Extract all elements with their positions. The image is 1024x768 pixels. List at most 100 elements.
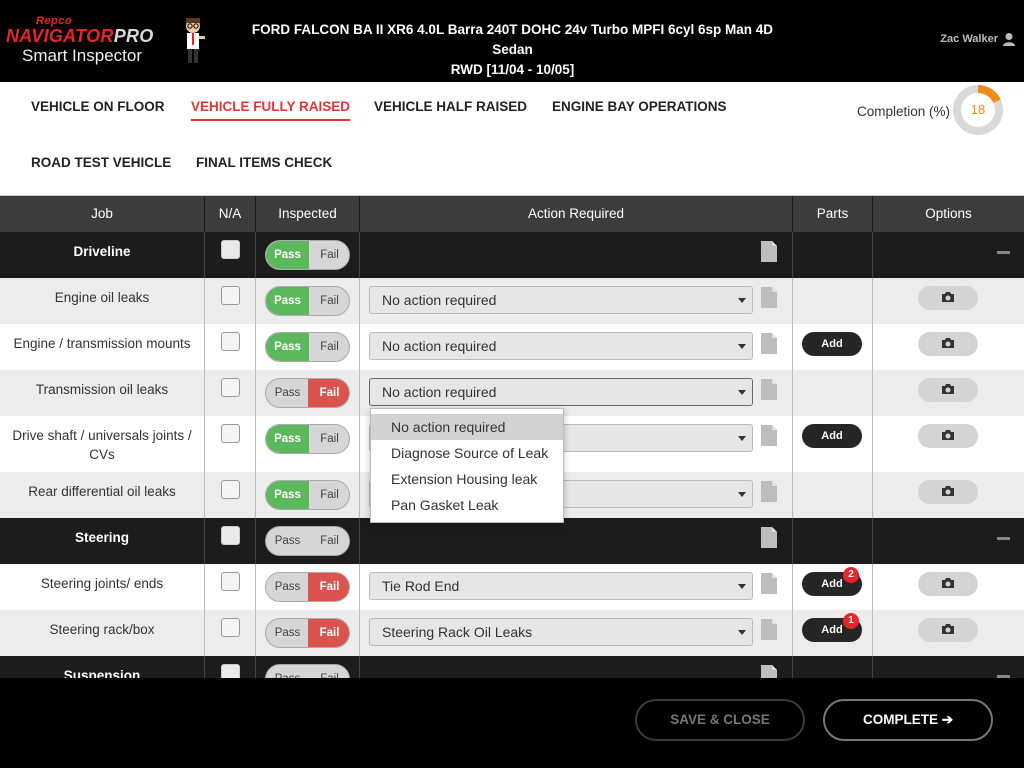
collapse-icon[interactable] bbox=[997, 537, 1010, 540]
action-required-select[interactable]: No action required bbox=[369, 378, 753, 406]
pass-option[interactable]: Pass bbox=[266, 425, 309, 453]
note-document-icon[interactable] bbox=[760, 240, 778, 263]
pass-option[interactable]: Pass bbox=[266, 287, 309, 315]
fail-option[interactable]: Fail bbox=[308, 527, 349, 555]
action-required-dropdown[interactable]: No action required Diagnose Source of Le… bbox=[370, 408, 564, 523]
note-document-icon[interactable] bbox=[760, 378, 778, 401]
pass-option[interactable]: Pass bbox=[266, 665, 309, 678]
inspected-cell: PassFail bbox=[256, 610, 360, 656]
camera-button[interactable] bbox=[918, 332, 978, 356]
pass-fail-toggle[interactable]: PassFail bbox=[265, 240, 350, 270]
action-cell bbox=[360, 232, 793, 278]
fail-option[interactable]: Fail bbox=[308, 425, 349, 453]
na-checkbox[interactable] bbox=[221, 618, 240, 637]
note-document-icon[interactable] bbox=[760, 572, 778, 595]
pass-option[interactable]: Pass bbox=[266, 379, 309, 407]
note-document-icon[interactable] bbox=[760, 618, 778, 641]
camera-button[interactable] bbox=[918, 286, 978, 310]
fail-option[interactable]: Fail bbox=[308, 573, 349, 601]
na-checkbox[interactable] bbox=[221, 526, 240, 545]
fail-option[interactable]: Fail bbox=[308, 665, 349, 678]
pass-option[interactable]: Pass bbox=[266, 573, 309, 601]
action-required-value: Tie Rod End bbox=[382, 578, 460, 594]
pass-option[interactable]: Pass bbox=[266, 241, 309, 269]
pass-option[interactable]: Pass bbox=[266, 481, 309, 509]
parts-cell bbox=[793, 278, 873, 324]
tab-final-items-check[interactable]: FINAL ITEMS CHECK bbox=[196, 155, 332, 170]
camera-button[interactable] bbox=[918, 572, 978, 596]
options-cell bbox=[873, 610, 1024, 656]
action-required-value: No action required bbox=[382, 384, 497, 400]
inspected-cell: PassFail bbox=[256, 656, 360, 678]
dropdown-option-no-action[interactable]: No action required bbox=[371, 414, 563, 440]
camera-button[interactable] bbox=[918, 378, 978, 402]
tab-engine-bay-operations[interactable]: ENGINE BAY OPERATIONS bbox=[552, 99, 727, 114]
add-parts-button[interactable]: Add bbox=[802, 332, 862, 356]
dropdown-option-pan-gasket[interactable]: Pan Gasket Leak bbox=[371, 492, 563, 518]
options-cell bbox=[873, 278, 1024, 324]
table-header: Job N/A Inspected Action Required Parts … bbox=[0, 196, 1024, 232]
pass-option[interactable]: Pass bbox=[266, 333, 309, 361]
na-checkbox[interactable] bbox=[221, 378, 240, 397]
user-menu[interactable]: Zac Walker bbox=[940, 32, 1016, 46]
add-parts-button[interactable]: Add bbox=[802, 424, 862, 448]
camera-button[interactable] bbox=[918, 424, 978, 448]
section-title: Suspension bbox=[0, 656, 205, 678]
na-checkbox[interactable] bbox=[221, 480, 240, 499]
na-cell bbox=[205, 416, 256, 472]
fail-option[interactable]: Fail bbox=[308, 379, 349, 407]
dropdown-option-extension-housing[interactable]: Extension Housing leak bbox=[371, 466, 563, 492]
note-document-icon[interactable] bbox=[760, 332, 778, 355]
job-name: Engine oil leaks bbox=[0, 278, 205, 324]
completion-label: Completion (%) bbox=[857, 104, 951, 119]
fail-option[interactable]: Fail bbox=[308, 287, 349, 315]
action-required-select[interactable]: No action required bbox=[369, 332, 753, 360]
user-name: Zac Walker bbox=[940, 33, 998, 45]
vehicle-line-1: FORD FALCON BA II XR6 4.0L Barra 240T DO… bbox=[251, 22, 774, 57]
collapse-icon[interactable] bbox=[997, 251, 1010, 254]
header-inspected: Inspected bbox=[256, 196, 360, 232]
note-document-icon[interactable] bbox=[760, 526, 778, 549]
pass-option[interactable]: Pass bbox=[266, 527, 309, 555]
na-checkbox[interactable] bbox=[221, 664, 240, 678]
pass-option[interactable]: Pass bbox=[266, 619, 309, 647]
fail-option[interactable]: Fail bbox=[308, 241, 349, 269]
tab-vehicle-on-floor[interactable]: VEHICLE ON FLOOR bbox=[31, 99, 165, 114]
na-checkbox[interactable] bbox=[221, 286, 240, 305]
tab-vehicle-half-raised[interactable]: VEHICLE HALF RAISED bbox=[374, 99, 527, 114]
tab-vehicle-fully-raised[interactable]: VEHICLE FULLY RAISED bbox=[191, 99, 351, 121]
na-checkbox[interactable] bbox=[221, 332, 240, 351]
na-checkbox[interactable] bbox=[221, 572, 240, 591]
note-document-icon[interactable] bbox=[760, 480, 778, 503]
camera-button[interactable] bbox=[918, 480, 978, 504]
pass-fail-toggle[interactable]: PassFail bbox=[265, 618, 350, 648]
chevron-down-icon bbox=[738, 584, 746, 589]
action-required-select[interactable]: Steering Rack Oil Leaks bbox=[369, 618, 753, 646]
fail-option[interactable]: Fail bbox=[308, 619, 349, 647]
pass-fail-toggle[interactable]: PassFail bbox=[265, 424, 350, 454]
action-required-select[interactable]: Tie Rod End bbox=[369, 572, 753, 600]
save-close-button[interactable]: SAVE & CLOSE bbox=[635, 699, 805, 741]
note-document-icon[interactable] bbox=[760, 664, 778, 678]
pass-fail-toggle[interactable]: PassFail bbox=[265, 526, 350, 556]
tab-road-test-vehicle[interactable]: ROAD TEST VEHICLE bbox=[31, 155, 171, 170]
chevron-down-icon bbox=[738, 344, 746, 349]
complete-button[interactable]: COMPLETE ➔ bbox=[823, 699, 993, 741]
pass-fail-toggle[interactable]: PassFail bbox=[265, 664, 350, 678]
parts-cell bbox=[793, 656, 873, 678]
pass-fail-toggle[interactable]: PassFail bbox=[265, 572, 350, 602]
note-document-icon[interactable] bbox=[760, 286, 778, 309]
fail-option[interactable]: Fail bbox=[308, 333, 349, 361]
pass-fail-toggle[interactable]: PassFail bbox=[265, 378, 350, 408]
navigator-logo-text: NAVIGATORPRO bbox=[6, 26, 154, 47]
na-checkbox[interactable] bbox=[221, 240, 240, 259]
action-required-select[interactable]: No action required bbox=[369, 286, 753, 314]
pass-fail-toggle[interactable]: PassFail bbox=[265, 286, 350, 316]
na-checkbox[interactable] bbox=[221, 424, 240, 443]
camera-button[interactable] bbox=[918, 618, 978, 642]
dropdown-option-diagnose[interactable]: Diagnose Source of Leak bbox=[371, 440, 563, 466]
note-document-icon[interactable] bbox=[760, 424, 778, 447]
pass-fail-toggle[interactable]: PassFail bbox=[265, 332, 350, 362]
fail-option[interactable]: Fail bbox=[308, 481, 349, 509]
pass-fail-toggle[interactable]: PassFail bbox=[265, 480, 350, 510]
